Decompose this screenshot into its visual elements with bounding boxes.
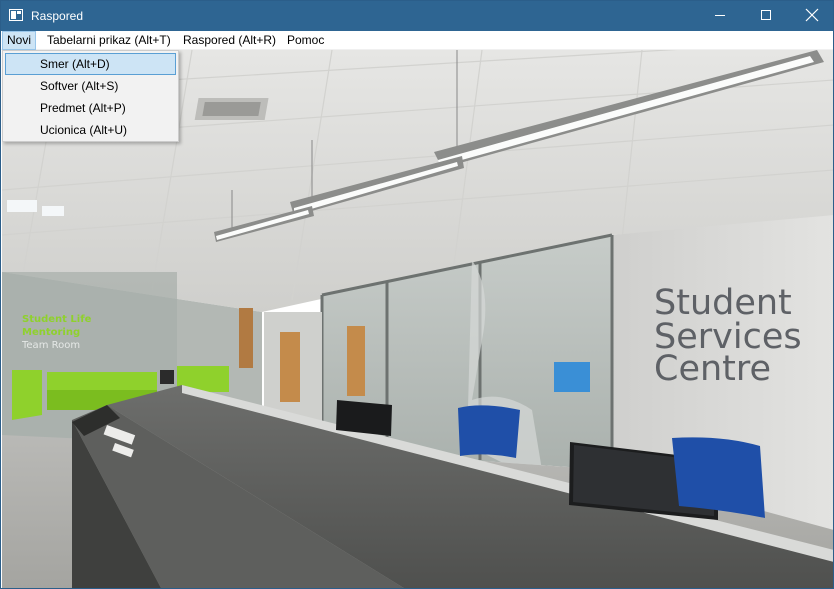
menu-tabelarni-prikaz[interactable]: Tabelarni prikaz (Alt+T) (42, 31, 176, 50)
minimize-button[interactable] (697, 1, 743, 31)
app-icon (9, 9, 23, 21)
wall-sign-line-3: Centre (654, 349, 771, 389)
window-title: Raspored (31, 9, 84, 23)
menu-raspored[interactable]: Raspored (Alt+R) (178, 31, 281, 50)
maximize-icon (761, 10, 771, 20)
menu-item-predmet[interactable]: Predmet (Alt+P) (5, 97, 176, 119)
glass-sign-line-3: Team Room (21, 340, 80, 351)
menu-item-ucionica[interactable]: Ucionica (Alt+U) (5, 119, 176, 141)
menu-bar: Novi Tabelarni prikaz (Alt+T) Raspored (… (1, 31, 833, 50)
close-button[interactable] (789, 1, 833, 31)
maximize-button[interactable] (743, 1, 789, 31)
menu-item-smer[interactable]: Smer (Alt+D) (5, 53, 176, 75)
close-icon (805, 8, 819, 22)
novi-dropdown-menu: Smer (Alt+D) Softver (Alt+S) Predmet (Al… (2, 50, 179, 142)
glass-sign-line-1: Student Life (22, 314, 92, 325)
menu-item-softver[interactable]: Softver (Alt+S) (5, 75, 176, 97)
menu-novi[interactable]: Novi (2, 31, 37, 50)
title-bar[interactable]: Raspored (1, 1, 833, 31)
menu-pomoc[interactable]: Pomoc (282, 31, 329, 50)
minimize-icon (715, 15, 725, 16)
glass-sign-line-2: Mentoring (22, 327, 80, 338)
app-window: Raspored Novi Tabelarni prikaz (Alt+T) R… (0, 0, 834, 589)
